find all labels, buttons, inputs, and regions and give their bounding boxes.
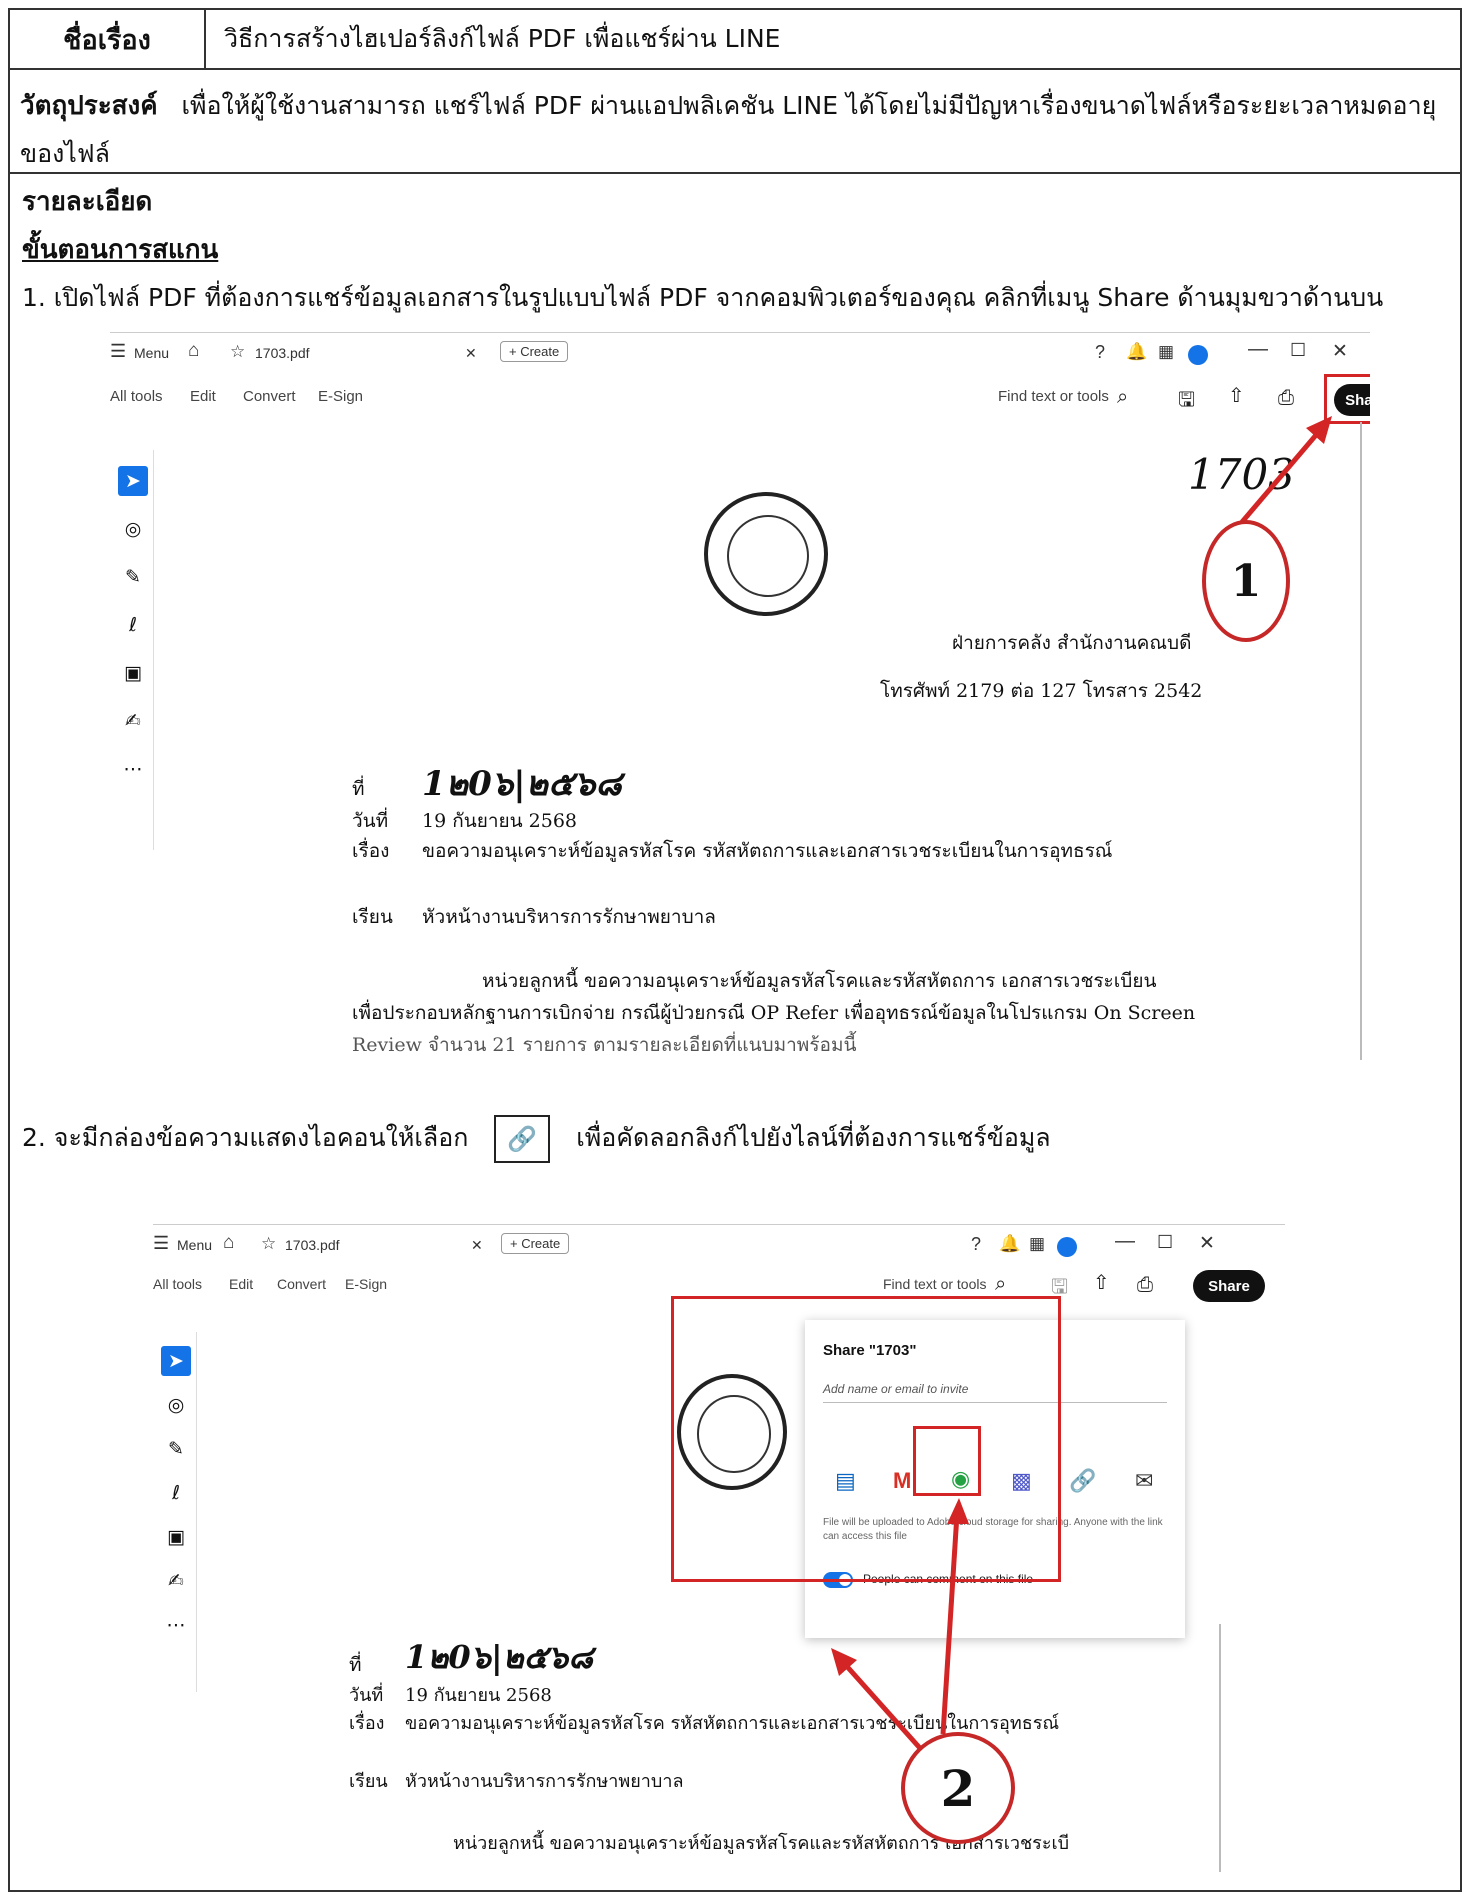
screenshot-step-2: ☰ Menu ⌂ ☆ 1703.pdf ✕ + Create ? 🔔 ▦ — ☐… (153, 1224, 1285, 1872)
callout-2: 2 (901, 1732, 1015, 1844)
screenshot-step-1: ☰ Menu ⌂ ☆ 1703.pdf ✕ + Create ? 🔔 ▦ — ☐… (110, 332, 1370, 1060)
callout-arrow-1 (1240, 416, 1332, 524)
details-subheading: ขั้นตอนการสแกน (22, 235, 219, 265)
title-row: ชื่อเรื่อง วิธีการสร้างไฮเปอร์ลิงก์ไฟล์ … (10, 10, 1460, 70)
objective-text: เพื่อให้ผู้ใช้งานสามารถ แชร์ไฟล์ PDF ผ่า… (20, 91, 1437, 168)
step-2-line: 2. จะมีกล่องข้อความแสดงไอคอนให้เลือก 🔗 เ… (22, 1108, 1452, 1168)
document: ชื่อเรื่อง วิธีการสร้างไฮเปอร์ลิงก์ไฟล์ … (8, 8, 1462, 1892)
step-1-text: 1. เปิดไฟล์ PDF ที่ต้องการแชร์ข้อมูลเอกส… (22, 283, 1384, 312)
link-icon: 🔗 (494, 1115, 551, 1163)
details-heading: รายละเอียด (22, 187, 153, 217)
objective-label: วัตถุประสงค์ (20, 91, 158, 121)
objective-row: วัตถุประสงค์ เพื่อให้ผู้ใช้งานสามารถ แชร… (10, 70, 1460, 174)
title-text: วิธีการสร้างไฮเปอร์ลิงก์ไฟล์ PDF เพื่อแช… (224, 24, 781, 53)
callout-arrow-2 (831, 1498, 969, 1758)
details-section: รายละเอียด ขั้นตอนการสแกน 1. เปิดไฟล์ PD… (22, 178, 1452, 322)
step-2-text-after: เพื่อคัดลอกลิงก์ไปยังไลน์ที่ต้องการแชร์ข… (576, 1123, 1051, 1152)
step-2-text-before: 2. จะมีกล่องข้อความแสดงไอคอนให้เลือก (22, 1123, 469, 1152)
callout-1: 1 (1202, 520, 1290, 642)
title-label: ชื่อเรื่อง (10, 10, 206, 68)
